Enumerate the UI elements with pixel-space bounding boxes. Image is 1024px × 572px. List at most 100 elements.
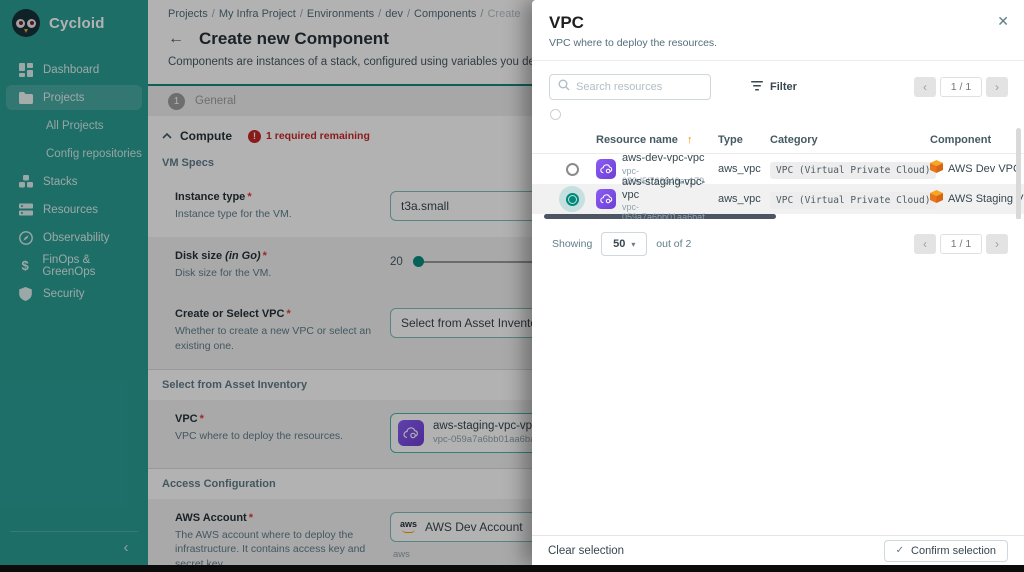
sidebar-item-all-projects[interactable]: All Projects (6, 113, 142, 138)
vpc-selection-modal: VPC VPC where to deploy the resources. ✕… (532, 0, 1024, 565)
shield-icon (18, 287, 33, 301)
sidebar-item-stacks[interactable]: Stacks (6, 169, 142, 194)
sidebar-item-observability[interactable]: Observability (6, 225, 142, 250)
column-header-resource-name[interactable]: Resource name ↑ (596, 134, 718, 146)
slider-handle[interactable] (413, 256, 424, 267)
compass-icon (18, 231, 33, 245)
clear-selection-button[interactable]: Clear selection (548, 545, 624, 557)
confirm-label: Confirm selection (911, 545, 996, 557)
out-of-label: out of 2 (656, 238, 691, 250)
sidebar-item-label: Security (43, 288, 85, 300)
breadcrumb-separator: / (300, 8, 303, 20)
required-marker: * (249, 512, 253, 524)
info-icon (550, 109, 561, 120)
field-label: VPC (175, 413, 198, 425)
filter-button[interactable]: Filter (751, 81, 797, 94)
breadcrumb-environments[interactable]: Environments (307, 8, 374, 20)
required-marker: * (263, 250, 267, 262)
breadcrumb-separator: / (407, 8, 410, 20)
breadcrumb-create: Create (487, 8, 520, 20)
sidebar-item-dashboard[interactable]: Dashboard (6, 57, 142, 82)
resource-type: aws_vpc (718, 193, 770, 205)
dollar-icon: $ (18, 258, 32, 273)
category-chip: VPC (Virtual Private Cloud) (770, 192, 936, 209)
chevron-left-icon: ‹ (124, 539, 129, 556)
check-icon: ✓ (896, 545, 904, 556)
field-label: Disk size (175, 250, 222, 262)
sort-ascending-icon: ↑ (687, 134, 693, 146)
sidebar-item-projects[interactable]: Projects (6, 85, 142, 110)
sidebar: Cycloid Dashboard Projects All Projects … (0, 0, 148, 565)
breadcrumb-separator: / (480, 8, 483, 20)
modal-footer: Clear selection ✓ Confirm selection (532, 535, 1024, 565)
sidebar-item-label: Observability (43, 232, 109, 244)
component-name: AWS Dev VPC (948, 163, 1021, 175)
required-marker: * (200, 413, 204, 425)
sidebar-item-label: All Projects (46, 120, 104, 132)
resource-name: aws-staging-vpc-vpc (622, 176, 718, 202)
resource-type: aws_vpc (718, 163, 770, 175)
vpc-cloud-icon (398, 420, 424, 446)
owl-beak-icon (24, 29, 28, 33)
vertical-scrollbar[interactable] (1016, 128, 1021, 219)
field-description: VPC where to deploy the resources. (175, 429, 375, 444)
disk-size-value: 20 (390, 256, 403, 268)
field-label: Instance type (175, 191, 245, 203)
breadcrumb-my-infra-project[interactable]: My Infra Project (219, 8, 296, 20)
app-screen: Cycloid Dashboard Projects All Projects … (0, 0, 1024, 572)
brand: Cycloid (0, 0, 148, 37)
per-page-select[interactable]: 50 ▾ (601, 232, 647, 256)
table-row-aws-staging-vpc[interactable]: aws-staging-vpc-vpc vpc-059a7a6bb01aa6ba… (532, 184, 1024, 214)
sidebar-nav: Dashboard Projects All Projects Config r… (0, 57, 148, 306)
modal-title: VPC (549, 13, 1008, 33)
sidebar-collapse-button[interactable]: ‹ (116, 537, 136, 557)
sidebar-item-security[interactable]: Security (6, 281, 142, 306)
radio-selected[interactable] (559, 186, 585, 212)
radio-unselected[interactable] (566, 163, 579, 176)
back-arrow-icon[interactable]: ← (168, 31, 184, 47)
vpc-mode-value: Select from Asset Inventory (401, 316, 547, 330)
sidebar-item-label: FinOps & GreenOps (42, 254, 142, 278)
next-page-button[interactable]: › (986, 77, 1008, 97)
previous-page-button[interactable]: ‹ (914, 77, 936, 97)
owl-eye-icon (16, 19, 25, 28)
column-header-type[interactable]: Type (718, 134, 770, 146)
breadcrumb-dev[interactable]: dev (385, 8, 403, 20)
sidebar-item-config-repositories[interactable]: Config repositories (6, 141, 142, 166)
sidebar-item-label: Projects (43, 92, 85, 104)
previous-page-button[interactable]: ‹ (914, 234, 936, 254)
column-header-category[interactable]: Category (770, 134, 930, 146)
column-header-component[interactable]: Component (930, 134, 1024, 146)
table-footer: Showing 50 ▾ out of 2 ‹ 1 / 1 › (532, 219, 1024, 256)
aws-component-icon (930, 160, 943, 178)
next-page-button[interactable]: › (986, 234, 1008, 254)
sidebar-divider (10, 531, 138, 532)
bottom-pagination: ‹ 1 / 1 › (914, 234, 1008, 254)
page-title: Create new Component (199, 29, 389, 49)
sidebar-item-resources[interactable]: Resources (6, 197, 142, 222)
selected-vpc-id: vpc-059a7a6bb01aa6baf (433, 434, 538, 445)
vpc-cloud-icon (596, 189, 616, 209)
required-marker: * (286, 308, 290, 320)
search-icon (558, 78, 570, 96)
breadcrumb-separator: / (378, 8, 381, 20)
error-icon: ! (248, 130, 261, 143)
field-description: Disk size for the VM. (175, 266, 375, 281)
sidebar-item-label: Config repositories (46, 148, 142, 160)
breadcrumb-projects[interactable]: Projects (168, 8, 208, 20)
chevron-up-icon (162, 133, 172, 139)
search-input[interactable] (576, 81, 702, 93)
instance-type-value: t3a.small (401, 199, 449, 213)
sidebar-item-finops[interactable]: $ FinOps & GreenOps (6, 253, 142, 278)
modal-subtitle: VPC where to deploy the resources. (549, 37, 1008, 49)
resources-table: Resource name ↑ Type Category Component … (532, 126, 1024, 219)
close-icon[interactable]: ✕ (997, 13, 1009, 30)
table-header-row: Resource name ↑ Type Category Component (532, 126, 1024, 154)
aws-logo-icon: aws (400, 520, 417, 533)
badge-text: 1 required remaining (266, 130, 370, 142)
dashboard-icon (18, 63, 33, 77)
component-name: AWS Staging VPC (948, 193, 1024, 205)
confirm-selection-button[interactable]: ✓ Confirm selection (884, 540, 1008, 562)
stacks-icon (18, 175, 33, 188)
breadcrumb-components[interactable]: Components (414, 8, 476, 20)
